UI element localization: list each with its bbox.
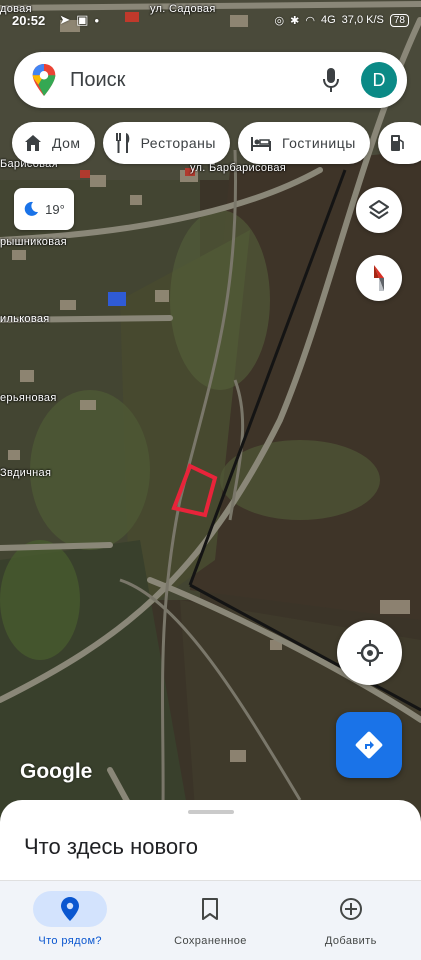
status-time: 20:52	[12, 12, 46, 28]
bookmark-icon	[173, 891, 247, 927]
gas-station-icon	[390, 135, 404, 151]
street-label: Звдичная	[0, 467, 52, 479]
hotel-icon	[250, 137, 271, 151]
wifi-icon: ◠	[305, 14, 315, 27]
compass-button[interactable]	[356, 255, 402, 301]
chip-hotels[interactable]: Гостиницы	[237, 122, 370, 164]
location-status-icon: ◎	[274, 14, 285, 27]
moon-icon	[24, 201, 39, 216]
category-chips: Дом Рестораны Гостиницы	[12, 122, 421, 164]
nav-label: Добавить	[324, 935, 377, 947]
chip-restaurants[interactable]: Рестораны	[102, 122, 230, 164]
layers-icon	[369, 200, 389, 219]
avatar[interactable]: D	[361, 62, 397, 98]
add-circle-icon	[314, 891, 388, 927]
chip-gas-station[interactable]	[377, 122, 421, 164]
bluetooth-icon: ✱	[290, 14, 300, 27]
sheet-title: Что здесь нового	[24, 834, 198, 859]
nav-label: Сохраненное	[174, 935, 247, 947]
chip-label: Гостиницы	[281, 135, 356, 151]
sheet-drag-handle[interactable]	[187, 810, 234, 814]
directions-button[interactable]	[336, 712, 402, 778]
nav-item-contribute[interactable]: Добавить	[281, 881, 421, 960]
location-pin-icon	[33, 891, 108, 927]
nav-item-explore[interactable]: Что рядом?	[0, 881, 140, 960]
street-label: ильковая	[0, 313, 50, 325]
bottom-sheet[interactable]: Что здесь нового	[0, 800, 421, 880]
directions-icon	[355, 731, 383, 759]
chip-label: Рестораны	[140, 135, 216, 151]
google-attribution: Google	[20, 760, 93, 783]
nav-item-saved[interactable]: Сохраненное	[140, 881, 280, 960]
chip-label: Дом	[52, 135, 81, 151]
my-location-icon	[356, 639, 383, 666]
street-label: рышниковая	[0, 236, 67, 248]
street-label: ерьяновая	[0, 392, 57, 404]
compass-icon	[374, 265, 384, 291]
microphone-icon[interactable]	[311, 60, 351, 100]
battery-indicator: 78	[389, 13, 409, 27]
search-input[interactable]: Поиск	[70, 69, 311, 92]
home-icon	[25, 135, 41, 151]
google-maps-pin-icon	[32, 64, 56, 96]
my-location-button[interactable]	[337, 620, 402, 685]
network-speed: 37,0 K/S	[341, 14, 384, 26]
network-type: 4G	[320, 14, 336, 26]
weather-widget[interactable]: 19°	[14, 188, 74, 230]
bottom-navigation: Что рядом? Сохраненное Добавить	[0, 880, 421, 960]
status-bar: 20:52 ➤ ▣ • ◎ ✱ ◠ 4G 37,0 K/S 78	[0, 0, 421, 40]
restaurant-icon	[115, 133, 129, 153]
layers-button[interactable]	[356, 187, 402, 233]
chip-home[interactable]: Дом	[12, 122, 95, 164]
image-icon: ▣	[76, 12, 89, 27]
nav-label: Что рядом?	[38, 935, 102, 947]
more-dots-icon: •	[94, 12, 100, 28]
weather-temperature: 19°	[45, 201, 65, 217]
search-bar[interactable]: Поиск D	[14, 52, 407, 108]
telegram-icon: ➤	[59, 12, 71, 27]
